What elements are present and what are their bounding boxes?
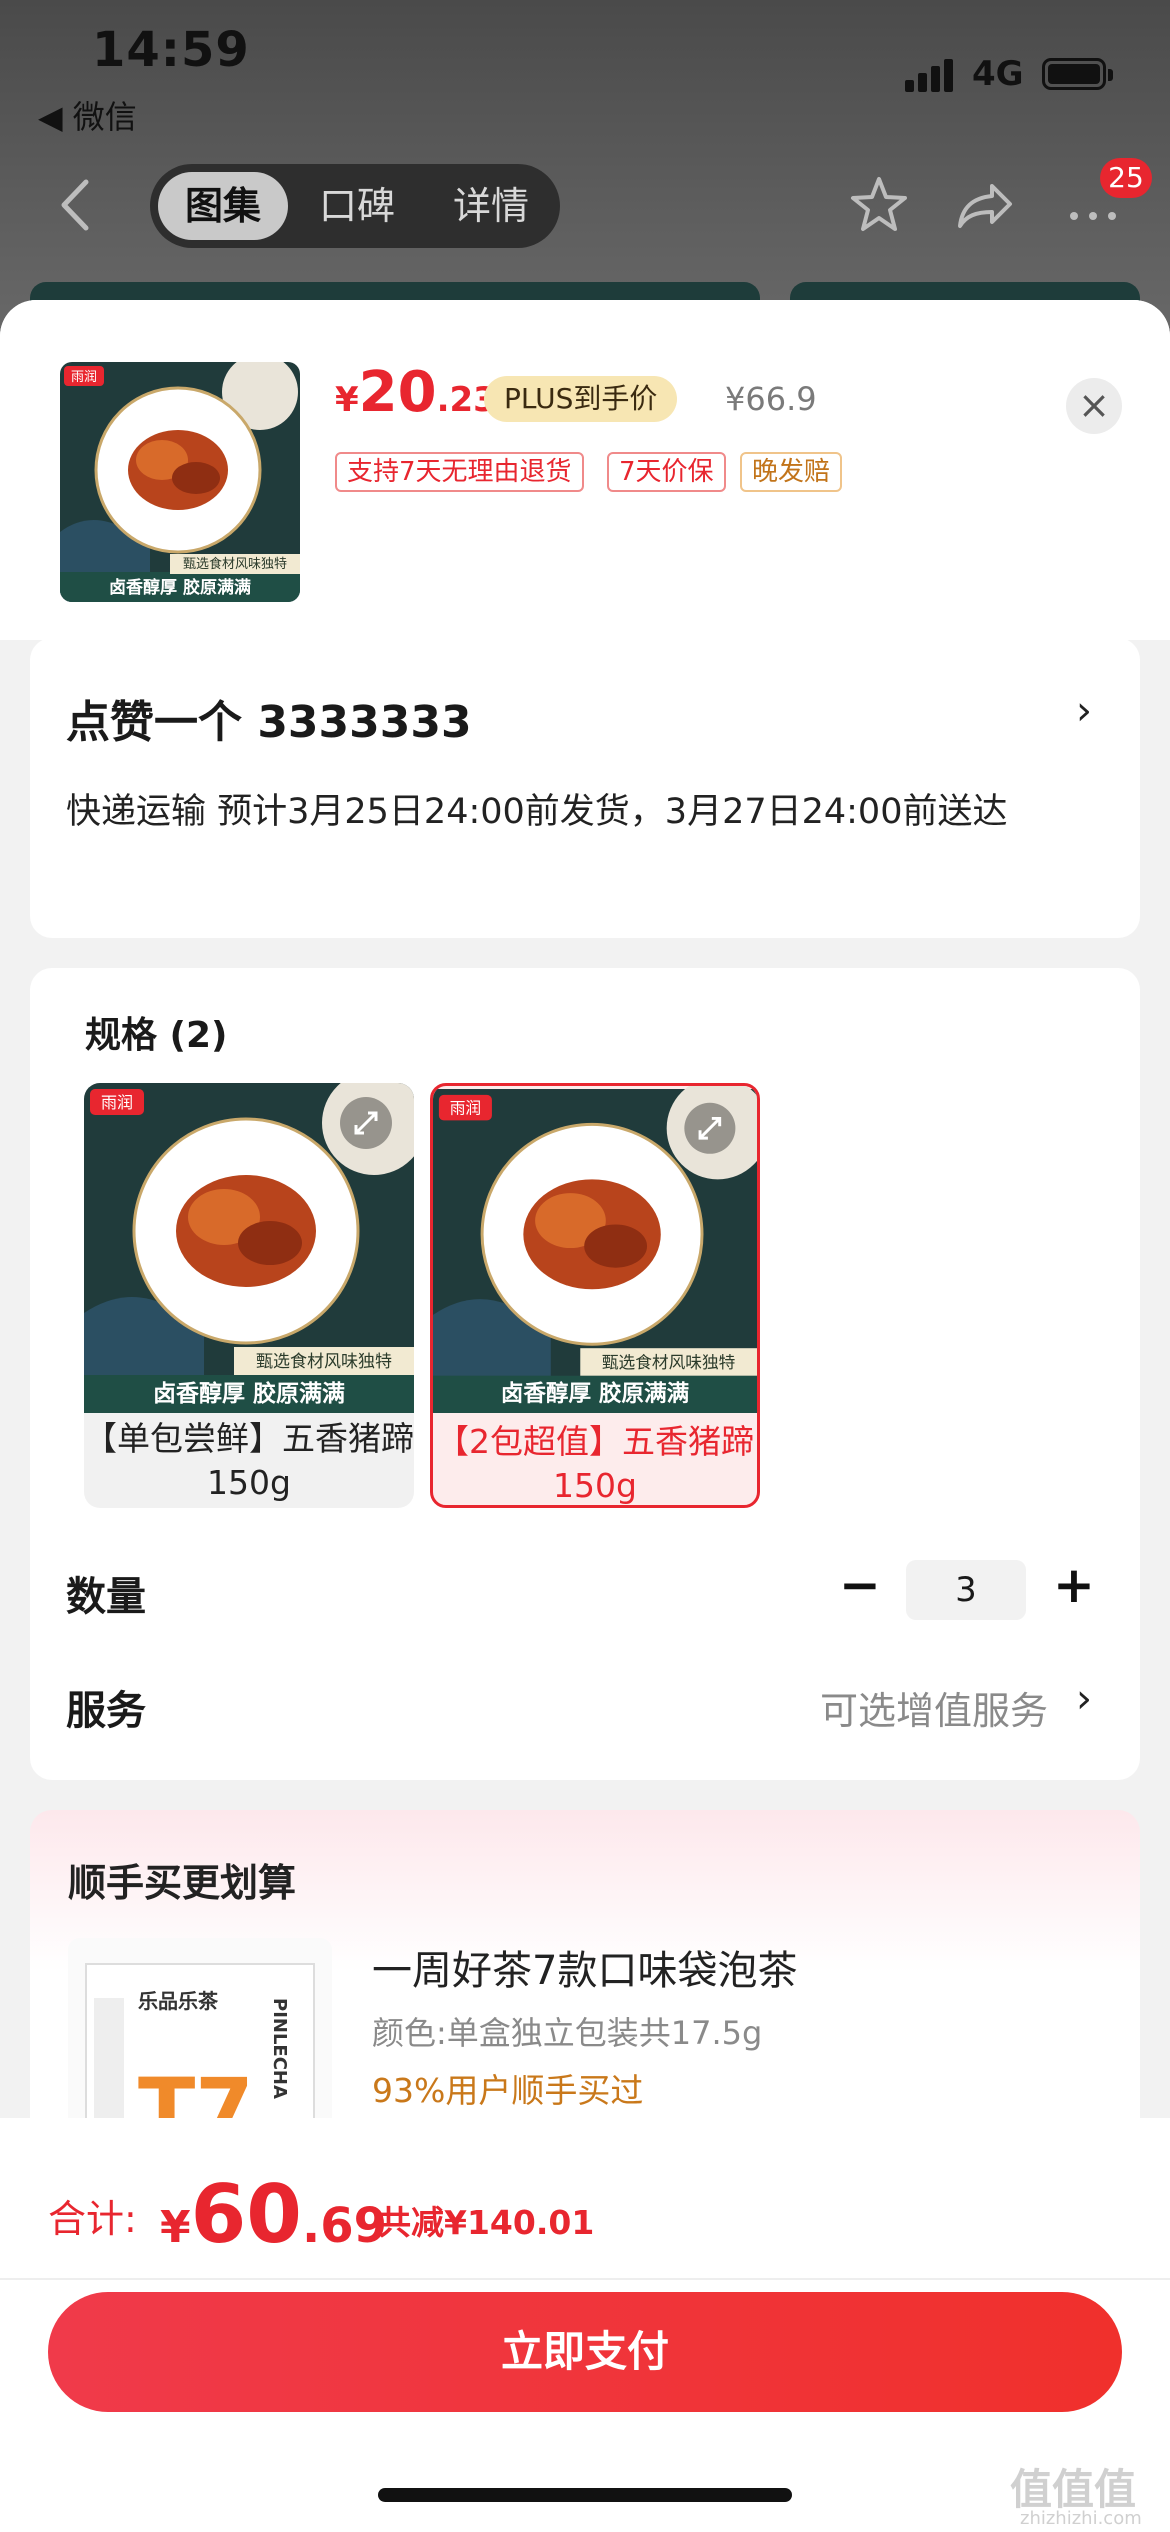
total-price: ¥60.69 bbox=[160, 2168, 387, 2261]
back-arrow-icon[interactable] bbox=[50, 172, 104, 238]
close-button[interactable]: × bbox=[1066, 378, 1122, 434]
tea-pinyin: PINLECHA bbox=[269, 1998, 290, 2099]
price-currency: ¥ bbox=[335, 380, 359, 420]
product-price: ¥20.23 bbox=[335, 360, 497, 425]
image-caption-bottom: 卤香醇厚 胶原满满 bbox=[501, 1380, 690, 1407]
shipping-estimate: 快递运输 预计3月25日24:00前发货，3月27日24:00前送达 bbox=[66, 792, 1008, 832]
product-thumbnail[interactable]: 甄选食材风味独特 卤香醇厚 胶原满满 雨润 bbox=[60, 362, 300, 602]
quantity-input[interactable]: 3 bbox=[906, 1560, 1026, 1620]
view-tab-switcher: 图集 口碑 详情 bbox=[150, 164, 560, 248]
original-price: ¥66.9 bbox=[725, 380, 817, 418]
tag-price-protect: 7天价保 bbox=[607, 452, 726, 492]
tea-product-name[interactable]: 一周好茶7款口味袋泡茶 bbox=[372, 1938, 797, 1996]
signal-icon bbox=[905, 58, 955, 92]
brand-logo: 雨润 bbox=[101, 1093, 133, 1112]
share-icon[interactable] bbox=[952, 172, 1018, 238]
address-card[interactable]: 点赞一个 3333333 › 快递运输 预计3月25日24:00前发货，3月27… bbox=[30, 638, 1140, 938]
spec-option-double-selected[interactable]: 甄选食材风味独特 卤香醇厚 胶原满满 雨润 【2包超值】五香猪蹄150g bbox=[430, 1083, 760, 1508]
spec-card: 规格 (2) 甄选食材风味独特 卤香醇厚 胶原满满 雨润 【单包尝鲜】五香猪蹄1… bbox=[30, 968, 1140, 1780]
chevron-right-icon[interactable]: › bbox=[1076, 1676, 1092, 1722]
image-caption-bottom: 卤香醇厚 胶原满满 bbox=[153, 1380, 345, 1407]
product-nav-bar: 图集 口碑 详情 25 bbox=[0, 158, 1170, 250]
status-bar: 14:59 ◀ 微信 4G bbox=[0, 0, 1170, 140]
dish-image: 甄选食材风味独特 卤香醇厚 胶原满满 雨润 bbox=[60, 362, 300, 602]
quantity-label: 数量 bbox=[66, 1574, 146, 1620]
network-type: 4G bbox=[972, 54, 1024, 94]
pay-now-button[interactable]: 立即支付 bbox=[48, 2292, 1122, 2412]
battery-icon bbox=[1042, 58, 1113, 90]
total-currency: ¥ bbox=[160, 2202, 191, 2253]
total-label: 合计: bbox=[48, 2197, 137, 2241]
status-time: 14:59 bbox=[92, 22, 250, 78]
image-caption-top: 甄选食材风味独特 bbox=[602, 1353, 736, 1372]
spec-option-image: 甄选食材风味独特 卤香醇厚 胶原满满 雨润 bbox=[433, 1086, 757, 1413]
favorite-star-icon[interactable] bbox=[846, 172, 912, 238]
tab-gallery[interactable]: 图集 bbox=[158, 172, 288, 240]
total-decimal: .69 bbox=[301, 2198, 387, 2254]
service-label: 服务 bbox=[66, 1688, 146, 1734]
plus-price-tag: PLUS到手价 bbox=[484, 376, 678, 422]
price-integer: 20 bbox=[358, 360, 437, 425]
tab-reviews[interactable]: 口碑 bbox=[292, 172, 422, 240]
home-indicator[interactable] bbox=[378, 2488, 792, 2502]
service-hint[interactable]: 可选增值服务 bbox=[820, 1680, 1048, 1735]
back-to-app-link[interactable]: ◀ 微信 bbox=[38, 92, 137, 138]
spec-option-label: 【2包超值】五香猪蹄150g bbox=[436, 1422, 754, 1505]
sheet-header: 甄选食材风味独特 卤香醇厚 胶原满满 雨润 ¥20.23 PLUS到手价 ¥66… bbox=[0, 300, 1170, 640]
bundle-card: 顺手买更划算 乐品乐茶 T7 PINLECHA 一周好茶7款口味袋泡茶 颜色:单… bbox=[30, 1810, 1140, 2170]
spec-option-image: 甄选食材风味独特 卤香醇厚 胶原满满 雨润 bbox=[84, 1083, 414, 1413]
chevron-right-icon: › bbox=[1076, 688, 1092, 734]
discount-amount: 共减¥140.01 bbox=[378, 2203, 595, 2242]
tea-product-spec: 颜色:单盒独立包装共17.5g bbox=[372, 2014, 763, 2052]
brand-logo: 雨润 bbox=[450, 1099, 481, 1118]
tag-late-compensation: 晚发赔 bbox=[740, 452, 843, 492]
spec-option-single[interactable]: 甄选食材风味独特 卤香醇厚 胶原满满 雨润 【单包尝鲜】五香猪蹄150g bbox=[84, 1083, 414, 1508]
tea-social-proof: 93%用户顺手买过 bbox=[372, 2071, 644, 2110]
checkout-bar: 合计: ¥60.69 共减¥140.01 立即支付 值值值 zhizhizhi.… bbox=[0, 2118, 1170, 2532]
image-caption-top: 甄选食材风味独特 bbox=[256, 1352, 392, 1372]
bundle-title: 顺手买更划算 bbox=[68, 1861, 297, 1905]
recipient-name: 点赞一个 3333333 bbox=[66, 697, 472, 748]
image-caption-bottom: 卤香醇厚 胶原满满 bbox=[109, 577, 251, 598]
image-caption-top: 甄选食材风味独特 bbox=[183, 556, 287, 572]
tag-7day-return: 支持7天无理由退货 bbox=[335, 452, 584, 492]
spec-title: 规格 (2) bbox=[85, 1015, 228, 1056]
quantity-decrease-button[interactable]: − bbox=[830, 1556, 890, 1614]
total-integer: 60 bbox=[190, 2168, 302, 2261]
tea-brand: 乐品乐茶 bbox=[138, 1989, 219, 2013]
tab-details[interactable]: 详情 bbox=[426, 172, 556, 240]
brand-logo: 雨润 bbox=[71, 370, 97, 385]
spec-option-label: 【单包尝鲜】五香猪蹄150g bbox=[84, 1419, 414, 1502]
divider bbox=[0, 2278, 1170, 2280]
cart-count-badge: 25 bbox=[1100, 158, 1152, 198]
quantity-increase-button[interactable]: + bbox=[1044, 1556, 1104, 1614]
watermark-url: zhizhizhi.com bbox=[1020, 2508, 1142, 2529]
